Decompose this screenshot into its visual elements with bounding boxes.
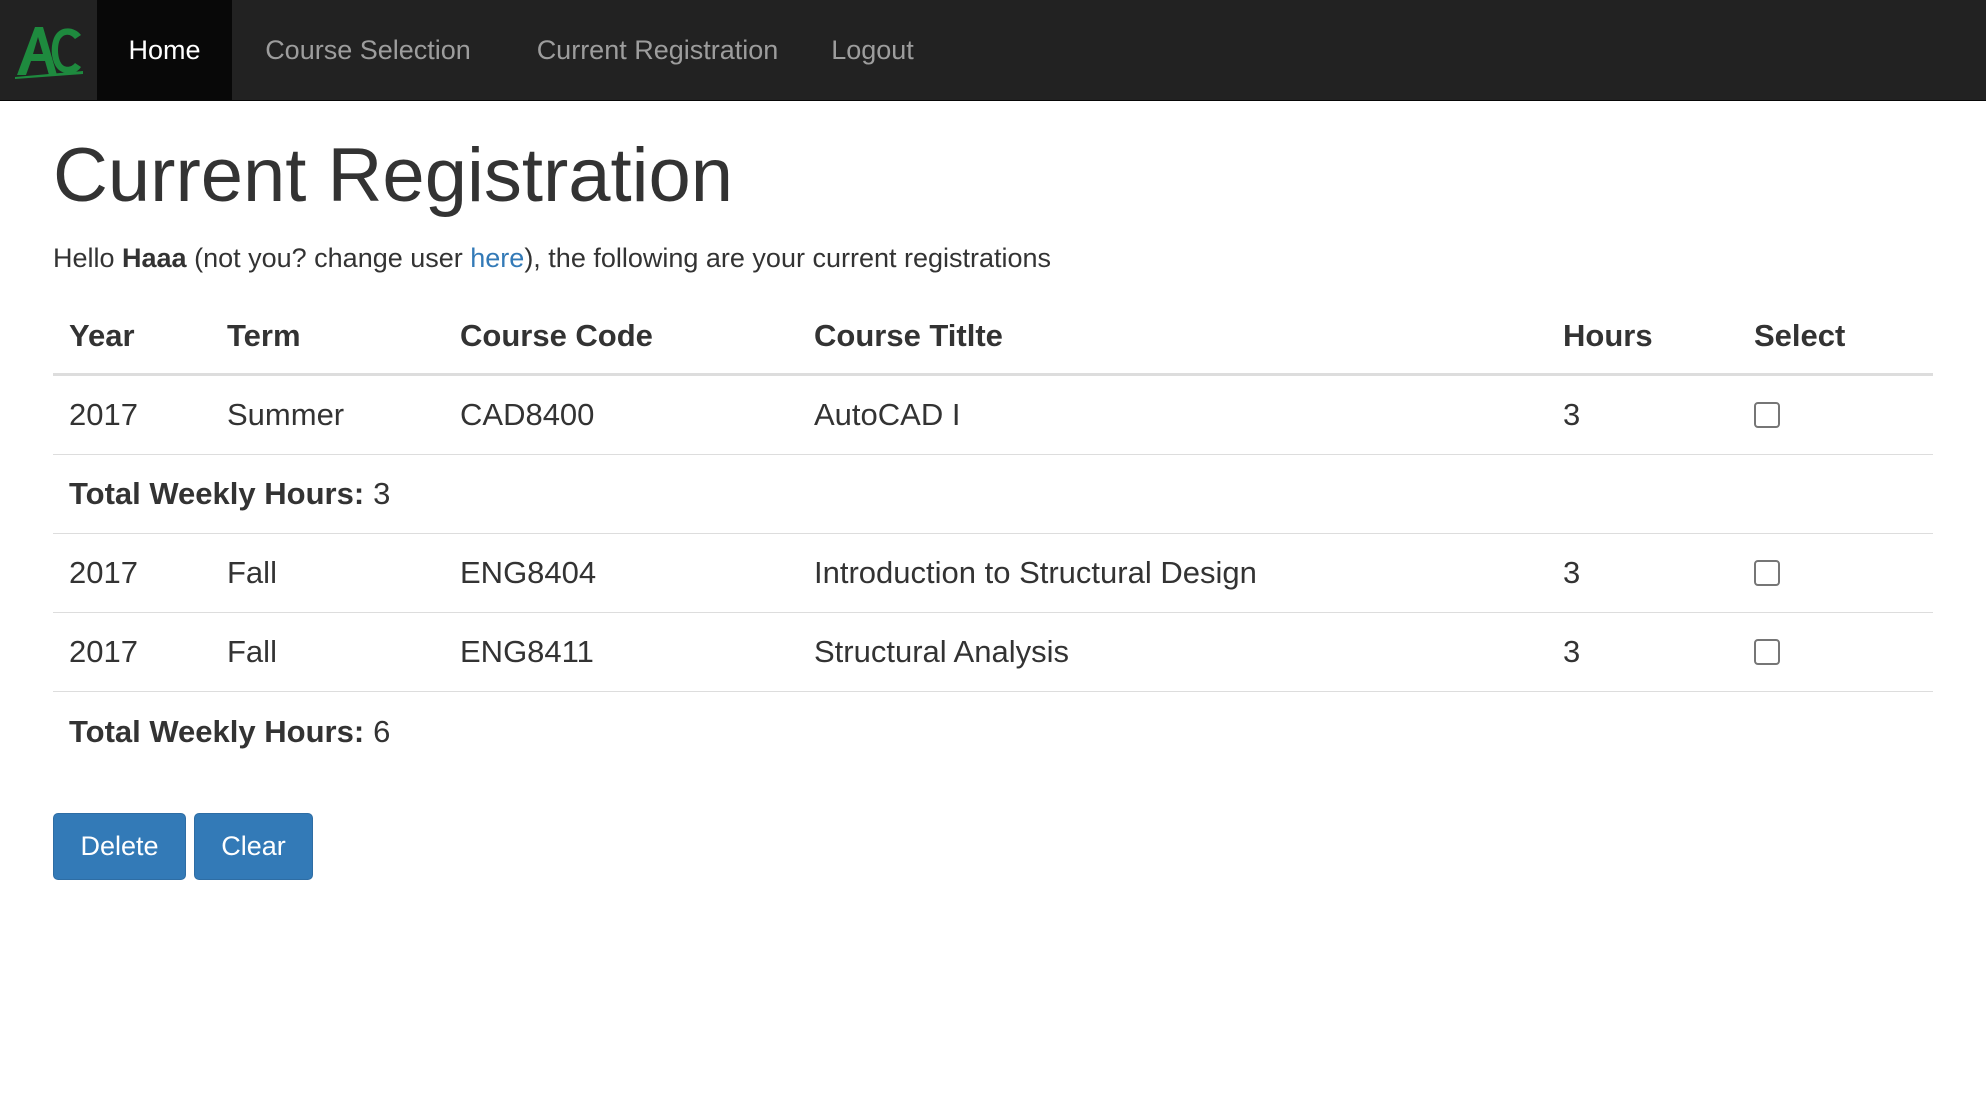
- table-row: 2017 Summer CAD8400 AutoCAD I 3: [53, 376, 1933, 455]
- cell-term: Fall: [227, 634, 277, 669]
- nav-logout[interactable]: Logout: [811, 0, 934, 100]
- greeting-suffix: ), the following are your current regist…: [524, 243, 1052, 273]
- cell-select: [1754, 534, 1780, 612]
- change-user-link[interactable]: here: [470, 243, 524, 273]
- total-label: Total Weekly Hours:: [69, 713, 365, 749]
- header-course-code: Course Code: [460, 317, 653, 353]
- cell-term: Summer: [227, 397, 345, 432]
- page-title: Current Registration: [53, 133, 734, 218]
- cell-year: 2017: [69, 634, 138, 669]
- select-checkbox[interactable]: [1754, 639, 1780, 665]
- cell-course-code: ENG8411: [460, 634, 594, 669]
- logo[interactable]: [0, 0, 97, 100]
- cell-hours: 3: [1563, 397, 1581, 432]
- delete-button[interactable]: Delete: [53, 813, 186, 880]
- total-row: Total Weekly Hours: 6: [53, 692, 1933, 771]
- select-checkbox[interactable]: [1754, 560, 1780, 586]
- cell-course-code: ENG8404: [460, 555, 597, 590]
- header-term: Term: [227, 317, 301, 353]
- total-label: Total Weekly Hours:: [69, 476, 365, 511]
- nav-course-selection[interactable]: Course Selection: [232, 0, 504, 100]
- header-hours: Hours: [1563, 317, 1653, 353]
- header-course-title: Course Titlte: [814, 317, 1003, 353]
- ac-logo-icon: [14, 27, 83, 79]
- select-checkbox[interactable]: [1754, 402, 1780, 428]
- cell-course-title: Structural Analysis: [814, 634, 1069, 669]
- cell-year: 2017: [69, 555, 138, 590]
- nav-current-registration[interactable]: Current Registration: [504, 0, 811, 100]
- table-row: 2017 Fall ENG8411 Structural Analysis 3: [53, 613, 1933, 692]
- greeting-prefix: Hello: [53, 243, 123, 273]
- cell-year: 2017: [69, 397, 138, 432]
- cell-course-title: Introduction to Structural Design: [814, 555, 1257, 590]
- nav-home[interactable]: Home: [97, 0, 232, 100]
- username: Haaa: [122, 243, 187, 273]
- cell-hours: 3: [1563, 634, 1581, 669]
- cell-course-title: AutoCAD I: [814, 397, 961, 432]
- cell-select: [1754, 376, 1780, 454]
- greeting-text: Hello Haaa (not you? change user here), …: [53, 243, 1051, 274]
- greeting-middle: (not you? change user: [186, 243, 471, 273]
- total-value: 6: [373, 713, 391, 749]
- cell-select: [1754, 613, 1780, 691]
- header-select: Select: [1754, 317, 1846, 353]
- top-navbar: Home Course Selection Current Registrati…: [0, 0, 1986, 101]
- table-row: 2017 Fall ENG8404 Introduction to Struct…: [53, 534, 1933, 613]
- total-weekly-hours: Total Weekly Hours: 6: [69, 692, 390, 771]
- total-value: 3: [373, 476, 391, 511]
- table-header-row: Year Term Course Code Course Titlte Hour…: [53, 298, 1933, 376]
- total-row: Total Weekly Hours: 3: [53, 455, 1933, 534]
- cell-course-code: CAD8400: [460, 397, 595, 432]
- header-year: Year: [69, 317, 135, 353]
- cell-hours: 3: [1563, 555, 1581, 590]
- cell-term: Fall: [227, 555, 277, 590]
- total-weekly-hours: Total Weekly Hours: 3: [69, 455, 390, 533]
- clear-button[interactable]: Clear: [194, 813, 313, 880]
